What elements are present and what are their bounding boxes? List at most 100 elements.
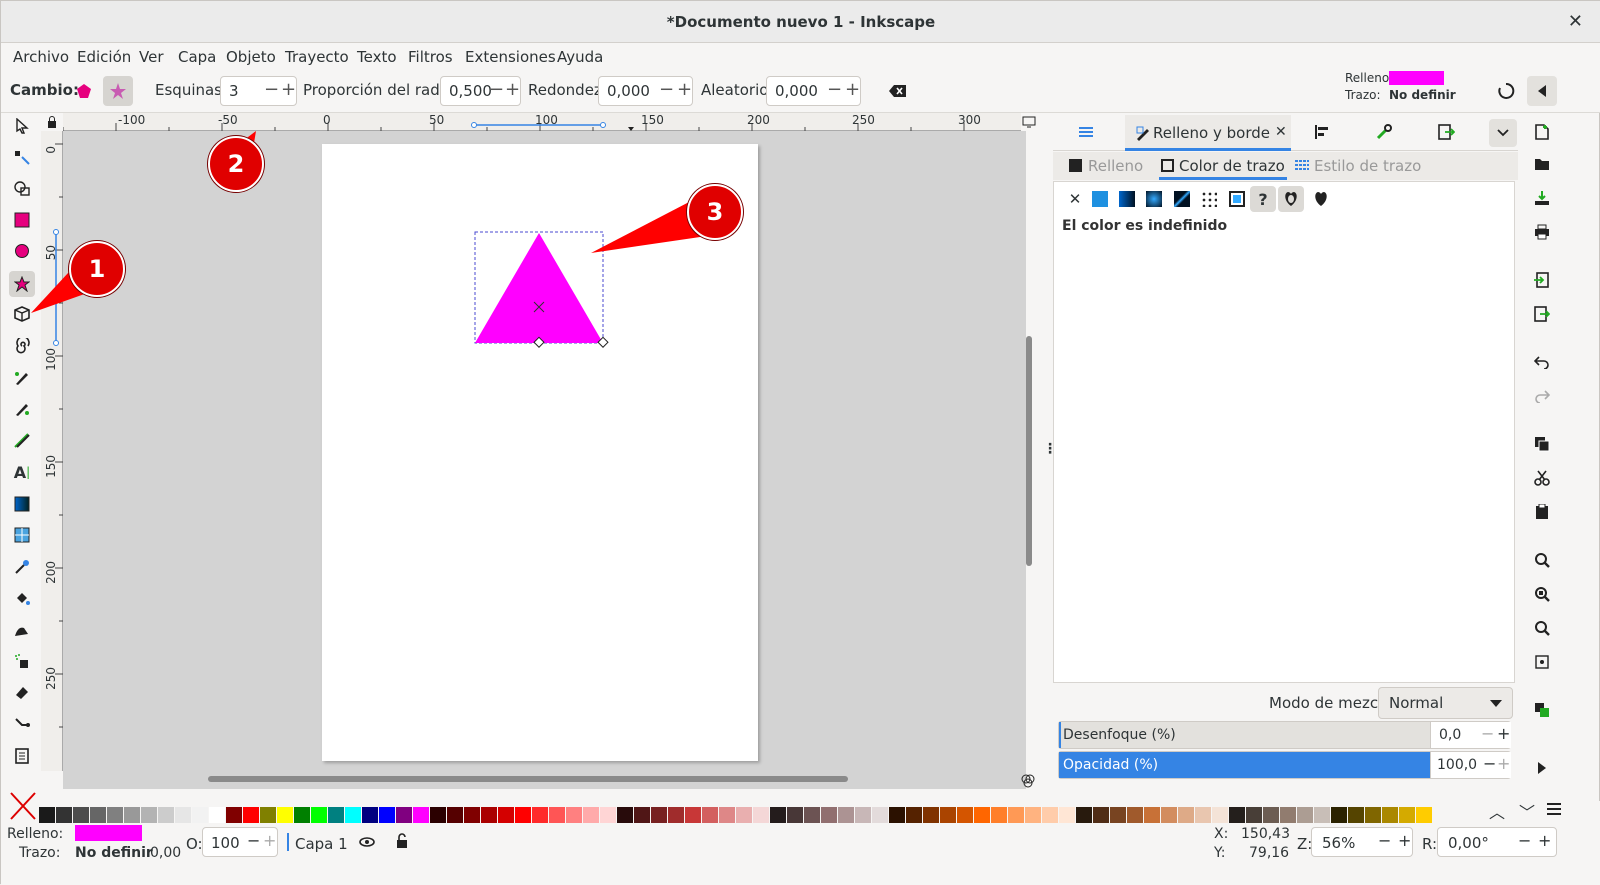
color-swatch[interactable]: [872, 807, 888, 823]
color-swatch[interactable]: [396, 807, 412, 823]
reset-button[interactable]: [883, 76, 913, 106]
color-swatch[interactable]: [838, 807, 854, 823]
color-manage-icon[interactable]: [1019, 773, 1037, 789]
commands-toggle-button[interactable]: [1527, 76, 1557, 106]
node-tool-icon[interactable]: [11, 146, 33, 168]
menu-ayuda[interactable]: Ayuda: [557, 48, 603, 66]
linear-gradient-icon[interactable]: [1119, 191, 1135, 207]
plus-icon[interactable]: +: [263, 831, 276, 850]
plus-icon[interactable]: +: [1538, 831, 1551, 850]
menu-texto[interactable]: Texto: [357, 48, 397, 66]
pattern-icon[interactable]: [1201, 191, 1217, 207]
color-swatch[interactable]: [430, 807, 446, 823]
export-icon[interactable]: [1437, 123, 1456, 145]
no-paint-icon[interactable]: ✕: [1064, 188, 1086, 210]
color-swatch[interactable]: [124, 807, 140, 823]
dropper-tool-icon[interactable]: [11, 556, 33, 578]
menu-edicion[interactable]: Edición: [77, 48, 131, 66]
color-swatch[interactable]: [226, 807, 242, 823]
calligraphy-tool-icon[interactable]: [11, 429, 33, 451]
color-swatch[interactable]: [158, 807, 174, 823]
color-swatch[interactable]: [277, 807, 293, 823]
eye-icon[interactable]: [359, 835, 375, 853]
status-layer-name[interactable]: Capa 1: [295, 835, 348, 853]
ratio-spinner[interactable]: 0,500 − +: [440, 76, 521, 106]
color-swatch[interactable]: [464, 807, 480, 823]
mesh-tool-icon[interactable]: [11, 524, 33, 546]
color-swatch[interactable]: [1093, 807, 1109, 823]
color-swatch[interactable]: [634, 807, 650, 823]
plus-icon[interactable]: +: [1497, 724, 1510, 743]
align-icon[interactable]: [1313, 123, 1331, 145]
color-swatch[interactable]: [192, 807, 208, 823]
color-swatch[interactable]: [1280, 807, 1296, 823]
color-swatch[interactable]: [787, 807, 803, 823]
redo-icon[interactable]: [1531, 385, 1553, 407]
color-swatch[interactable]: [940, 807, 956, 823]
minus-icon[interactable]: −: [827, 79, 842, 100]
duplicate-icon[interactable]: [1531, 433, 1553, 455]
close-tab-icon[interactable]: ✕: [1275, 124, 1287, 140]
minus-icon[interactable]: −: [489, 79, 504, 100]
more-chevron-icon[interactable]: [1531, 757, 1553, 779]
3d-box-tool-icon[interactable]: [11, 303, 33, 325]
color-swatch[interactable]: [957, 807, 973, 823]
color-swatch[interactable]: [1144, 807, 1160, 823]
color-swatch[interactable]: [1025, 807, 1041, 823]
zoom-spinner[interactable]: 56% − +: [1311, 827, 1413, 857]
color-swatch[interactable]: [1195, 807, 1211, 823]
rounded-spinner[interactable]: 0,000 − +: [598, 76, 693, 106]
vertical-scrollbar[interactable]: [1026, 336, 1032, 566]
color-swatch[interactable]: [1399, 807, 1415, 823]
gradient-tool-icon[interactable]: [11, 493, 33, 515]
zoom-page-icon[interactable]: [1531, 617, 1553, 639]
color-swatch[interactable]: [770, 807, 786, 823]
minus-icon[interactable]: −: [1483, 754, 1496, 773]
selected-triangle[interactable]: [471, 229, 611, 349]
plus-icon[interactable]: +: [281, 79, 296, 100]
color-swatch[interactable]: [1246, 807, 1262, 823]
plus-icon[interactable]: +: [845, 79, 860, 100]
eraser-tool-icon[interactable]: [11, 681, 33, 703]
color-swatch[interactable]: [617, 807, 633, 823]
menu-objeto[interactable]: Objeto: [226, 48, 276, 66]
color-swatch[interactable]: [821, 807, 837, 823]
display-mode-icon[interactable]: [1021, 113, 1037, 131]
color-swatch[interactable]: [702, 807, 718, 823]
color-swatch[interactable]: [294, 807, 310, 823]
color-swatch[interactable]: [1076, 807, 1092, 823]
rectangle-tool-icon[interactable]: [11, 209, 33, 231]
color-swatch[interactable]: [1008, 807, 1024, 823]
blend-mode-select[interactable]: Normal: [1378, 687, 1513, 719]
undo-icon[interactable]: [1531, 351, 1553, 373]
color-swatch[interactable]: [855, 807, 871, 823]
fill-rule-nonzero-icon[interactable]: [1310, 188, 1332, 210]
menu-archivo[interactable]: Archivo: [13, 48, 69, 66]
color-swatch[interactable]: [991, 807, 1007, 823]
minus-icon[interactable]: −: [1378, 831, 1391, 850]
fill-rule-evenodd-icon[interactable]: [1278, 186, 1304, 212]
color-swatch[interactable]: [1348, 807, 1364, 823]
minus-icon[interactable]: −: [1518, 831, 1531, 850]
plus-icon[interactable]: +: [1398, 831, 1411, 850]
color-swatch[interactable]: [1127, 807, 1143, 823]
rotation-spinner[interactable]: 0,00° − +: [1437, 827, 1557, 857]
subtab-fill[interactable]: Relleno: [1088, 157, 1143, 175]
color-swatch[interactable]: [1297, 807, 1313, 823]
color-swatch[interactable]: [345, 807, 361, 823]
star-tool-icon[interactable]: [9, 271, 35, 297]
color-swatch[interactable]: [1263, 807, 1279, 823]
plus-icon[interactable]: +: [1497, 754, 1510, 773]
color-swatch[interactable]: [90, 807, 106, 823]
opacity-spinner[interactable]: 100,0 − +: [1430, 752, 1511, 778]
color-swatch[interactable]: [906, 807, 922, 823]
minus-icon[interactable]: −: [247, 831, 260, 850]
tools-icon[interactable]: [1375, 123, 1393, 145]
page-tool-icon[interactable]: [11, 745, 33, 767]
color-swatch[interactable]: [311, 807, 327, 823]
color-swatch[interactable]: [1229, 807, 1245, 823]
color-swatch[interactable]: [447, 807, 463, 823]
color-swatch[interactable]: [481, 807, 497, 823]
color-swatch[interactable]: [804, 807, 820, 823]
text-tool-icon[interactable]: A |: [11, 461, 33, 483]
